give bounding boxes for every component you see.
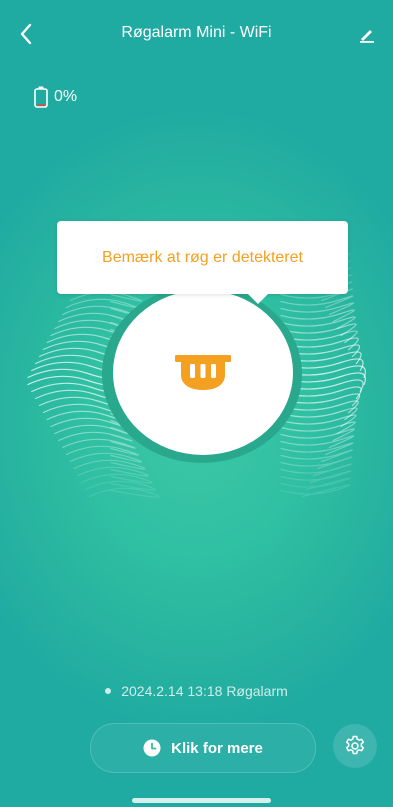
header: Røgalarm Mini - WiFi xyxy=(0,0,393,70)
settings-button[interactable] xyxy=(333,724,377,768)
edit-button[interactable] xyxy=(351,18,383,50)
status-tooltip: Bemærk at røg er detekteret xyxy=(57,221,348,304)
event-dot xyxy=(105,688,112,694)
battery-status: 0% xyxy=(34,86,77,108)
more-button[interactable]: Klik for mere xyxy=(90,723,316,773)
more-button-label: Klik for mere xyxy=(171,739,263,757)
clock-icon xyxy=(143,739,161,757)
device-circle[interactable] xyxy=(113,290,293,455)
page-title: Røgalarm Mini - WiFi xyxy=(121,24,272,41)
event-text: 2024.2.14 13:18 Røgalarm xyxy=(121,683,288,699)
battery-level: 0% xyxy=(54,88,78,105)
home-indicator[interactable] xyxy=(132,798,271,803)
smoke-detector-icon xyxy=(175,354,231,390)
pencil-icon xyxy=(360,30,374,43)
status-message: Bemærk at røg er detekteret xyxy=(102,248,303,266)
battery-icon xyxy=(34,86,48,108)
gear-icon xyxy=(345,735,365,755)
smoke-alarm-screen: Røgalarm Mini - WiFi 0% Bemærk at røg er… xyxy=(0,0,393,807)
last-event: 2024.2.14 13:18 Røgalarm xyxy=(0,683,393,699)
